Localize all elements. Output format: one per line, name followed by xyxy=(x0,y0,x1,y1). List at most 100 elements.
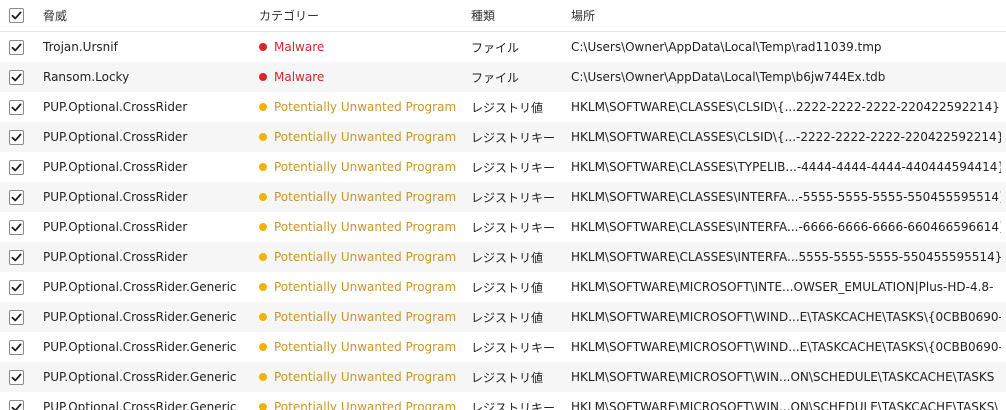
type-label: レジストリキー xyxy=(471,160,556,175)
category-cell: Malware xyxy=(259,62,464,92)
category-cell: Potentially Unwanted Program xyxy=(259,92,464,122)
row-checkbox[interactable] xyxy=(9,189,24,205)
row-check-cell xyxy=(9,152,29,182)
table-row[interactable]: PUP.Optional.CrossRider Potentially Unwan… xyxy=(0,212,1006,242)
column-header-type[interactable]: 種類 xyxy=(471,0,566,31)
row-checkbox[interactable] xyxy=(9,39,24,55)
row-checkbox[interactable] xyxy=(9,99,24,115)
table-row[interactable]: PUP.Optional.CrossRider Potentially Unwan… xyxy=(0,122,1006,152)
row-checkbox[interactable] xyxy=(9,399,24,410)
checkmark-icon xyxy=(11,163,22,171)
type-label: レジストリキー xyxy=(471,400,556,410)
table-row[interactable]: PUP.Optional.CrossRider.Generic Potential… xyxy=(0,302,1006,332)
severity-dot-icon xyxy=(259,343,267,351)
category-cell: Potentially Unwanted Program xyxy=(259,122,464,152)
row-checkbox[interactable] xyxy=(9,249,24,265)
threat-name: PUP.Optional.CrossRider xyxy=(43,130,188,144)
location-path: HKLM\SOFTWARE\CLASSES\CLSID\{...-2222-22… xyxy=(571,130,1001,144)
type-label: レジストリキー xyxy=(471,130,556,145)
category-cell: Potentially Unwanted Program xyxy=(259,332,464,362)
checkmark-icon xyxy=(11,11,22,20)
column-header-category[interactable]: カテゴリー xyxy=(259,0,464,31)
row-check-cell xyxy=(9,272,29,302)
table-row[interactable]: PUP.Optional.CrossRider Potentially Unwan… xyxy=(0,152,1006,182)
location-path: HKLM\SOFTWARE\MICROSOFT\WIND...E\TASKCAC… xyxy=(571,340,1001,354)
table-row[interactable]: PUP.Optional.CrossRider Potentially Unwan… xyxy=(0,182,1006,212)
threat-name: PUP.Optional.CrossRider xyxy=(43,190,188,204)
threat-name: PUP.Optional.CrossRider xyxy=(43,250,188,264)
row-check-cell xyxy=(9,362,29,392)
severity-dot-icon xyxy=(259,163,267,171)
category-cell: Potentially Unwanted Program xyxy=(259,182,464,212)
severity-dot-icon xyxy=(259,103,267,111)
location-path: HKLM\SOFTWARE\CLASSES\INTERFA...5555-555… xyxy=(571,250,1001,264)
row-check-cell xyxy=(9,392,29,410)
table-row[interactable]: PUP.Optional.CrossRider.Generic Potential… xyxy=(0,272,1006,302)
location-path: HKLM\SOFTWARE\MICROSOFT\WIN...ON\SCHEDUL… xyxy=(571,370,995,384)
location-path: HKLM\SOFTWARE\CLASSES\INTERFA...-5555-55… xyxy=(571,190,1001,204)
row-checkbox[interactable] xyxy=(9,219,24,235)
category-label: Potentially Unwanted Program xyxy=(274,340,457,354)
category-cell: Malware xyxy=(259,32,464,62)
threat-name: PUP.Optional.CrossRider.Generic xyxy=(43,280,237,294)
row-check-cell xyxy=(9,62,29,92)
threat-name: PUP.Optional.CrossRider xyxy=(43,100,188,114)
table-row[interactable]: PUP.Optional.CrossRider.Generic Potential… xyxy=(0,392,1006,410)
location-path: HKLM\SOFTWARE\MICROSOFT\WIN...ON\SCHEDUL… xyxy=(571,400,999,410)
threat-name: PUP.Optional.CrossRider.Generic xyxy=(43,340,237,354)
location-path: C:\Users\Owner\AppData\Local\Temp\b6jw74… xyxy=(571,70,886,84)
category-label: Potentially Unwanted Program xyxy=(274,220,457,234)
category-label: Potentially Unwanted Program xyxy=(274,250,457,264)
category-label: Potentially Unwanted Program xyxy=(274,130,457,144)
table-row[interactable]: PUP.Optional.CrossRider Potentially Unwan… xyxy=(0,92,1006,122)
checkmark-icon xyxy=(11,133,22,141)
category-label: Potentially Unwanted Program xyxy=(274,100,457,114)
row-checkbox[interactable] xyxy=(9,129,24,145)
type-label: レジストリ値 xyxy=(471,310,544,325)
table-row[interactable]: PUP.Optional.CrossRider.Generic Potential… xyxy=(0,332,1006,362)
category-label: Potentially Unwanted Program xyxy=(274,310,457,324)
row-checkbox[interactable] xyxy=(9,279,24,295)
checkmark-icon xyxy=(11,73,22,81)
threat-name: Ransom.Locky xyxy=(43,70,130,84)
category-label: Potentially Unwanted Program xyxy=(274,280,457,294)
row-checkbox[interactable] xyxy=(9,69,24,85)
row-checkbox[interactable] xyxy=(9,309,24,325)
location-path: HKLM\SOFTWARE\MICROSOFT\INTE...OWSER_EMU… xyxy=(571,280,994,294)
threat-name: PUP.Optional.CrossRider.Generic xyxy=(43,370,237,384)
checkmark-icon xyxy=(11,253,22,261)
table-row[interactable]: PUP.Optional.CrossRider Potentially Unwan… xyxy=(0,242,1006,272)
table-header: 脅威 カテゴリー 種類 場所 xyxy=(0,0,1006,32)
table-body: Trojan.Ursnif Malware ファイル C:\Users\Owner\A… xyxy=(0,32,1006,410)
type-label: レジストリ値 xyxy=(471,100,544,115)
type-label: レジストリ値 xyxy=(471,250,544,265)
type-label: レジストリ値 xyxy=(471,370,544,385)
severity-dot-icon xyxy=(259,223,267,231)
row-checkbox[interactable] xyxy=(9,159,24,175)
select-all-checkbox[interactable] xyxy=(9,8,24,23)
table-row[interactable]: Trojan.Ursnif Malware ファイル C:\Users\Owner\A… xyxy=(0,32,1006,62)
column-header-threat[interactable]: 脅威 xyxy=(43,0,253,31)
table-row[interactable]: Ransom.Locky Malware ファイル C:\Users\Owner\Ap… xyxy=(0,62,1006,92)
row-check-cell xyxy=(9,32,29,62)
checkmark-icon xyxy=(11,343,22,351)
table-row[interactable]: PUP.Optional.CrossRider.Generic Potential… xyxy=(0,362,1006,392)
severity-dot-icon xyxy=(259,193,267,201)
severity-dot-icon xyxy=(259,283,267,291)
row-checkbox[interactable] xyxy=(9,369,24,385)
category-label: Potentially Unwanted Program xyxy=(274,160,457,174)
type-label: ファイル xyxy=(471,70,520,85)
location-path: HKLM\SOFTWARE\CLASSES\INTERFA...-6666-66… xyxy=(571,220,1001,234)
row-check-cell xyxy=(9,212,29,242)
type-label: ファイル xyxy=(471,40,520,55)
threat-name: PUP.Optional.CrossRider.Generic xyxy=(43,400,237,410)
row-check-cell xyxy=(9,182,29,212)
type-label: レジストリ値 xyxy=(471,280,544,295)
column-header-location[interactable]: 場所 xyxy=(571,0,1001,31)
category-cell: Potentially Unwanted Program xyxy=(259,242,464,272)
category-label: Potentially Unwanted Program xyxy=(274,370,457,384)
row-checkbox[interactable] xyxy=(9,339,24,355)
row-check-cell xyxy=(9,92,29,122)
threat-table: 脅威 カテゴリー 種類 場所 Trojan.Ursnif Malware ファイル C… xyxy=(0,0,1006,410)
category-cell: Potentially Unwanted Program xyxy=(259,272,464,302)
